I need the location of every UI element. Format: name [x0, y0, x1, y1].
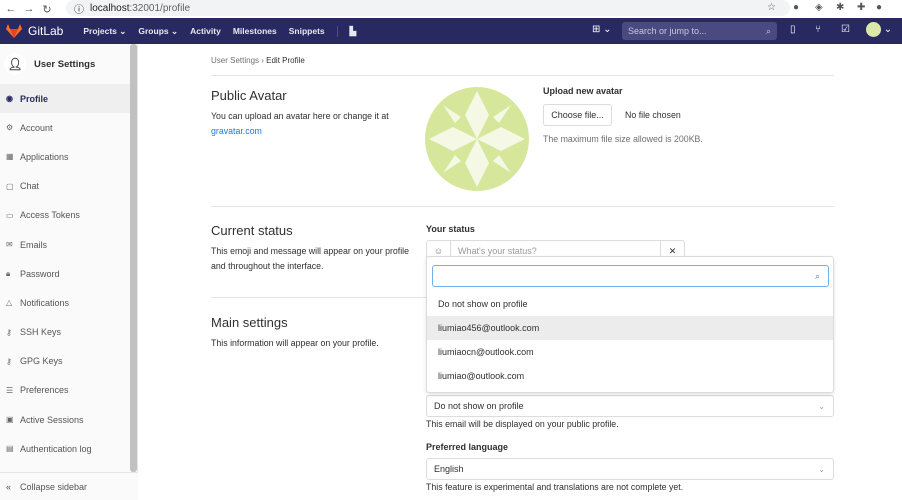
applications-icon: ▦ [6, 152, 14, 162]
main-settings-heading: Main settings [211, 315, 288, 330]
sidebar-item-label: SSH Keys [20, 327, 62, 338]
active-sessions-icon: ▣ [6, 415, 14, 425]
sidebar-item-label: Notifications [20, 297, 70, 308]
puzzle-icon[interactable]: ✚ [857, 2, 865, 13]
language-select[interactable]: English ⌄ [426, 458, 834, 480]
profile-avatar-icon[interactable]: ● [876, 2, 882, 13]
sidebar-item-label: GPG Keys [20, 356, 63, 367]
public-email-select[interactable]: Do not show on profile ⌄ [426, 395, 834, 417]
search-icon: ⌕ [765, 25, 771, 36]
browser-toolbar: ← → ↻ ⓘ localhost:32001/profile ☆ ● ◈ ✱ ✚… [0, 0, 902, 18]
sidebar-item-access-tokens[interactable]: ▭ Access Tokens [0, 201, 130, 230]
extension-icon[interactable]: ● [793, 2, 799, 13]
sidebar-item-label: Profile [20, 93, 49, 104]
emails-icon: ✉ [6, 240, 13, 250]
sidebar-item-label: Applications [20, 151, 69, 162]
sidebar-item-label: Emails [20, 239, 48, 250]
gravatar-link[interactable]: gravatar.com [211, 126, 262, 136]
user-avatar[interactable]: ⌄ [866, 22, 892, 37]
sidebar-item-label: Active Sessions [20, 414, 84, 425]
sidebar-item-account[interactable]: ⚙ Account [0, 113, 130, 142]
chevron-down-icon: ⌄ [818, 464, 825, 474]
sidebar-item-profile[interactable]: ◉ Profile [0, 84, 130, 114]
sidebar-item-notifications[interactable]: △ Notifications [0, 288, 130, 317]
dropdown-option[interactable]: liumiaocn@outlook.com [427, 340, 833, 364]
star-icon[interactable]: ☆ [767, 2, 776, 13]
collapse-sidebar-button[interactable]: «Collapse sidebar [0, 472, 138, 500]
chat-icon: ▢ [6, 181, 14, 191]
authentication-log-icon: ▤ [6, 444, 14, 454]
sidebar-header: 👤︎ User Settings [0, 44, 137, 84]
todos-icon[interactable]: ☑ [841, 24, 850, 35]
email-dropdown-menu: ⌕ Do not show on profile liumiao456@outlo… [426, 256, 834, 393]
sidebar-item-emails[interactable]: ✉ Emails [0, 230, 130, 259]
back-icon[interactable]: ← [4, 3, 18, 15]
avatar-description: You can upload an avatar here or change … [211, 111, 389, 136]
forward-icon[interactable]: → [22, 3, 36, 15]
password-icon: 🔒︎ [6, 268, 11, 278]
sidebar-item-label: Access Tokens [20, 210, 80, 221]
chart-icon[interactable]: ▙ [336, 25, 356, 37]
gpg-keys-icon: ⚷ [6, 356, 12, 366]
gitlab-logo[interactable]: GitLab [6, 24, 63, 38]
preferences-icon: ☰ [6, 385, 14, 395]
reload-icon[interactable]: ↻ [40, 3, 54, 16]
sidebar-scrollbar[interactable] [130, 44, 137, 472]
address-bar[interactable]: ⓘ localhost:32001/profile [66, 0, 790, 16]
profile-icon: ◉ [6, 94, 13, 104]
nav-milestones[interactable]: Milestones [233, 26, 277, 37]
dropdown-option[interactable]: liumiao456@outlook.com [427, 316, 833, 340]
sidebar-item-label: Authentication log [20, 443, 92, 454]
top-navbar: GitLab Projects ⌄ Groups ⌄ Activity Mile… [0, 18, 902, 44]
avatar-image [425, 87, 529, 191]
public-avatar-heading: Public Avatar [211, 88, 287, 103]
sidebar-item-label: Password [20, 268, 60, 279]
search-icon: ⌕ [814, 270, 820, 281]
breadcrumb: User Settings › Edit Profile [211, 56, 305, 65]
dropdown-option[interactable]: liumiao@outlook.com [427, 364, 833, 388]
sidebar: 👤︎ User Settings ◉ Profile ⚙ Account ▦ Applica… [0, 44, 138, 500]
ssh-keys-icon: ⚷ [6, 327, 12, 337]
sidebar-item-applications[interactable]: ▦ Applications [0, 142, 130, 171]
chevron-down-icon: ⌄ [818, 401, 825, 411]
nav-snippets[interactable]: Snippets [289, 26, 325, 37]
dropdown-search-input[interactable]: ⌕ [432, 265, 829, 287]
sidebar-item-authentication-log[interactable]: ▤ Authentication log [0, 434, 130, 463]
issues-icon[interactable]: ▯ [790, 24, 796, 35]
sidebar-item-ssh-keys[interactable]: ⚷ SSH Keys [0, 318, 130, 347]
merge-requests-icon[interactable]: ⑂ [815, 24, 821, 35]
access-tokens-icon: ▭ [6, 210, 14, 220]
nav-groups[interactable]: Groups ⌄ [138, 26, 178, 37]
nav-activity[interactable]: Activity [190, 26, 221, 37]
choose-file-button[interactable]: Choose file... [543, 104, 612, 126]
double-chevron-left-icon: « [6, 481, 12, 492]
sidebar-item-gpg-keys[interactable]: ⚷ GPG Keys [0, 347, 130, 376]
extension-icon[interactable]: ◈ [815, 2, 823, 13]
search-input[interactable]: Search or jump to... ⌕ [622, 22, 777, 40]
sidebar-item-label: Preferences [20, 385, 69, 396]
user-icon: 👤︎ [4, 53, 26, 75]
new-item-icon[interactable]: ⊞ ⌄ [592, 24, 612, 35]
dropdown-option[interactable]: Do not show on profile [427, 292, 833, 316]
nav-projects[interactable]: Projects ⌄ [83, 26, 126, 37]
current-status-heading: Current status [211, 223, 293, 238]
sidebar-item-preferences[interactable]: ☰ Preferences [0, 376, 130, 405]
notifications-icon: △ [6, 298, 13, 308]
sidebar-item-chat[interactable]: ▢ Chat [0, 172, 130, 201]
account-icon: ⚙ [6, 123, 14, 133]
info-icon: ⓘ [74, 4, 84, 16]
sidebar-item-password[interactable]: 🔒︎ Password [0, 259, 130, 288]
sidebar-item-label: Account [20, 122, 53, 133]
tanuki-icon [6, 24, 22, 38]
sidebar-item-label: Chat [20, 181, 40, 192]
breadcrumb-parent[interactable]: User Settings [211, 56, 259, 65]
extension-icon[interactable]: ✱ [836, 2, 844, 13]
sidebar-item-active-sessions[interactable]: ▣ Active Sessions [0, 405, 130, 434]
